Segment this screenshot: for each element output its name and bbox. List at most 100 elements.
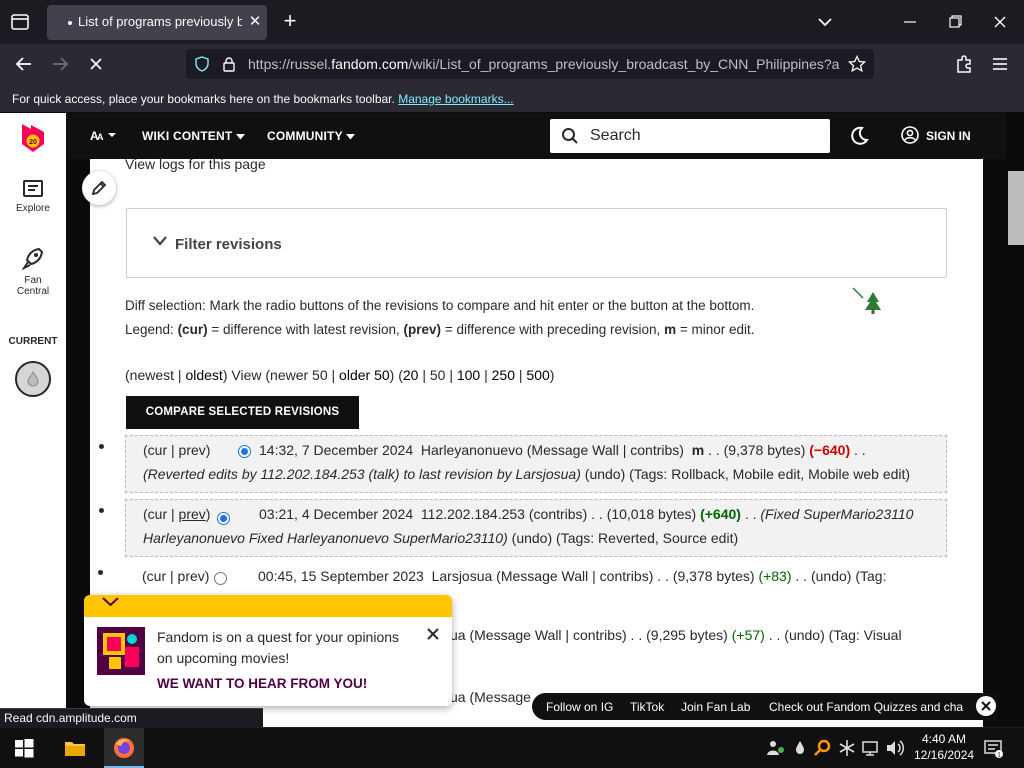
newer-link[interactable]: newer 50 xyxy=(270,367,328,383)
wiki-content-menu[interactable]: WIKI CONTENT xyxy=(142,129,245,143)
limit-50[interactable]: 50 xyxy=(430,367,446,383)
lock-icon[interactable] xyxy=(222,56,236,72)
revert-target-user[interactable]: Larsjosua xyxy=(516,466,577,482)
edit-button[interactable] xyxy=(82,171,116,205)
follow-ig-link[interactable]: Follow on IG xyxy=(546,700,613,714)
restore-icon[interactable] xyxy=(940,8,970,36)
rail-explore[interactable]: Explore xyxy=(0,179,66,214)
firefox-view-icon[interactable] xyxy=(8,10,32,34)
message-wall-link[interactable]: Message Wall xyxy=(501,568,588,584)
menu-icon[interactable] xyxy=(988,52,1012,76)
close-social-bar-button[interactable] xyxy=(976,696,996,716)
filter-revisions-panel[interactable]: Filter revisions xyxy=(126,208,947,278)
firefox-taskbar-item[interactable] xyxy=(104,728,144,768)
manage-bookmarks-link[interactable]: Manage bookmarks... xyxy=(398,92,513,106)
search-input[interactable] xyxy=(590,125,810,147)
current-wiki-avatar[interactable] xyxy=(15,361,51,397)
revision-timestamp[interactable]: 00:45, 15 September 2023 xyxy=(258,568,424,584)
search-tray-icon[interactable] xyxy=(811,736,835,760)
contribs-link[interactable]: contribs xyxy=(534,506,583,522)
limit-100[interactable]: 100 xyxy=(457,367,480,383)
forward-icon[interactable] xyxy=(48,52,72,76)
shield-icon[interactable] xyxy=(194,56,210,72)
tags-link[interactable]: Tags xyxy=(634,466,664,482)
revision-user[interactable]: Larsjosua xyxy=(432,568,493,584)
taskbar-clock[interactable]: 4:40 AM 12/16/2024 xyxy=(914,731,974,763)
revision-radio[interactable] xyxy=(238,445,251,458)
list-all-tabs-icon[interactable] xyxy=(814,12,836,32)
font-size-menu[interactable]: AA xyxy=(90,129,118,144)
history-pager: (newest | oldest) View (newer 50 | older… xyxy=(125,367,555,383)
prev-link[interactable]: prev xyxy=(179,442,206,458)
url-text[interactable]: https://russel.fandom.com/wiki/List_of_p… xyxy=(248,56,840,72)
revision-user[interactable]: Harleyanonuevo xyxy=(421,442,523,458)
revision-user[interactable]: 112.202.184.253 xyxy=(421,506,525,522)
people-icon[interactable] xyxy=(764,736,788,760)
undo-link[interactable]: undo xyxy=(789,627,820,643)
drop-icon[interactable] xyxy=(788,736,812,760)
file-explorer-icon[interactable] xyxy=(63,736,87,760)
tag-link[interactable]: Tag: xyxy=(860,568,886,584)
tab-close-icon[interactable]: ✕ xyxy=(244,11,266,33)
back-icon[interactable] xyxy=(12,52,36,76)
close-window-icon[interactable] xyxy=(985,8,1015,36)
fan-lab-link[interactable]: Join Fan Lab xyxy=(681,700,750,714)
view-logs-link[interactable]: View logs for this page xyxy=(125,159,266,172)
revert-source-user[interactable]: 112.202.184.253 xyxy=(261,466,365,482)
survey-cta-link[interactable]: WE WANT TO HEAR FROM YOU! xyxy=(157,676,367,691)
windows-start-icon[interactable] xyxy=(12,736,36,760)
cur-link[interactable]: cur xyxy=(147,568,166,584)
undo-link[interactable]: undo xyxy=(516,530,547,546)
limit-500[interactable]: 500 xyxy=(526,367,549,383)
tag-link[interactable]: Tag: xyxy=(833,627,859,643)
message-wall-link[interactable]: Message Wall xyxy=(531,442,618,458)
tiktok-link[interactable]: TikTok xyxy=(630,700,664,714)
scrollbar-thumb[interactable] xyxy=(1008,171,1024,245)
prev-link[interactable]: prev xyxy=(178,568,205,584)
prev-link[interactable]: prev xyxy=(179,506,206,522)
oldest-link[interactable]: oldest xyxy=(185,367,222,383)
network-icon[interactable] xyxy=(859,736,883,760)
dark-mode-moon-icon[interactable] xyxy=(849,126,869,146)
cur-link[interactable]: cur xyxy=(148,506,167,522)
older-link[interactable]: older 50 xyxy=(339,367,390,383)
contribs-link[interactable]: contribs xyxy=(600,568,649,584)
newest-link[interactable]: newest xyxy=(130,367,174,383)
community-menu[interactable]: COMMUNITY xyxy=(267,129,356,143)
user-avatar-icon xyxy=(901,126,919,144)
revision-diff: (−640) xyxy=(809,442,851,458)
stop-loading-icon[interactable] xyxy=(84,52,108,76)
active-tab[interactable]: List of programs previously broadcast by… xyxy=(47,5,267,40)
quizzes-link[interactable]: Check out Fandom Quizzes and cha xyxy=(769,700,963,714)
revision-radio[interactable] xyxy=(217,512,230,525)
volume-icon[interactable] xyxy=(883,736,907,760)
limit-20[interactable]: 20 xyxy=(403,367,419,383)
minimize-icon[interactable] xyxy=(895,8,925,36)
new-tab-icon[interactable]: + xyxy=(278,10,302,34)
revision-timestamp[interactable]: 14:32, 7 December 2024 xyxy=(259,442,413,458)
message-wall-link[interactable]: Message Wall xyxy=(474,627,561,643)
contribs-link[interactable]: contribs xyxy=(573,627,622,643)
limit-250[interactable]: 250 xyxy=(492,367,515,383)
close-icon[interactable] xyxy=(424,625,442,643)
flame-icon xyxy=(27,371,39,387)
undo-link[interactable]: undo xyxy=(816,568,847,584)
revision-timestamp[interactable]: 03:21, 4 December 2024 xyxy=(259,506,413,522)
snowflake-icon[interactable] xyxy=(835,736,859,760)
tags-link[interactable]: Tags xyxy=(561,530,591,546)
cur-link[interactable]: cur xyxy=(148,442,167,458)
revision-tags: Visual xyxy=(863,627,902,643)
contribs-link[interactable]: contribs xyxy=(630,442,679,458)
notifications-icon[interactable]: 1 xyxy=(981,736,1005,760)
rail-fan-central[interactable]: Fan Central xyxy=(0,247,66,297)
compare-revisions-button[interactable]: COMPARE SELECTED REVISIONS xyxy=(126,396,359,429)
fandom-logo-icon[interactable]: 20 xyxy=(19,122,47,154)
address-bar[interactable]: https://russel.fandom.com/wiki/List_of_p… xyxy=(186,49,874,79)
undo-link[interactable]: undo xyxy=(589,466,620,482)
revision-user[interactable]: sua (Message xyxy=(443,685,531,709)
extensions-icon[interactable] xyxy=(952,52,976,76)
search-box[interactable] xyxy=(550,119,830,153)
page-scrollbar[interactable] xyxy=(1007,159,1024,727)
revision-radio[interactable] xyxy=(214,572,227,585)
bookmark-star-icon[interactable] xyxy=(848,55,866,73)
